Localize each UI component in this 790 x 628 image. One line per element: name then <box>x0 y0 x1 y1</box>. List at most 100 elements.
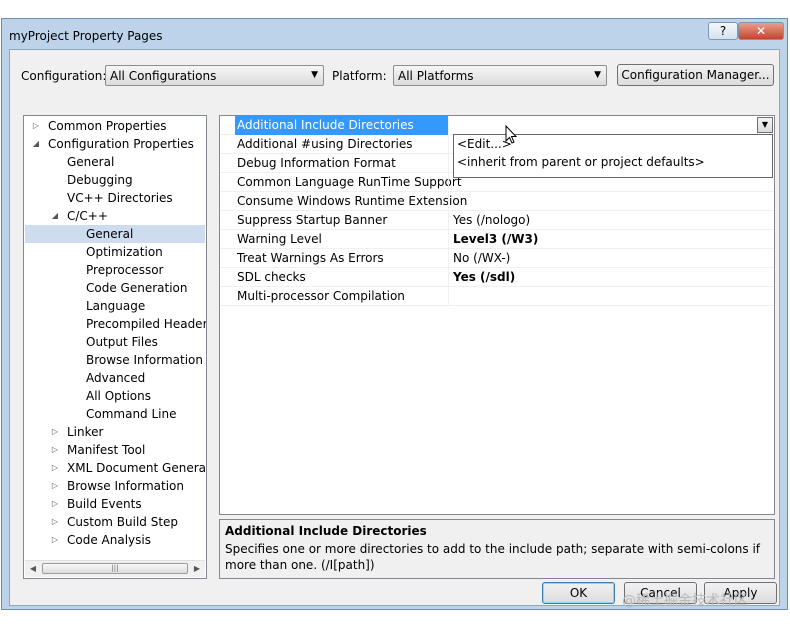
property-row[interactable]: Additional Include Directories ▼ <box>220 116 774 135</box>
expand-arrow-icon[interactable]: ▷ <box>50 495 60 513</box>
property-row[interactable]: Treat Warnings As Errors No (/WX-) <box>220 249 774 268</box>
property-value[interactable]: Yes (/sdl) <box>453 270 515 284</box>
configuration-manager-button[interactable]: Configuration Manager... <box>617 64 774 86</box>
column-divider <box>448 173 449 192</box>
platform-value: All Platforms <box>398 69 474 83</box>
property-name: Debug Information Format <box>237 156 396 170</box>
expand-arrow-icon[interactable]: ▷ <box>50 423 60 441</box>
tree-item-label: Build Events <box>67 497 142 511</box>
tree-item[interactable]: Code Generation <box>24 279 206 297</box>
tree-item[interactable]: VC++ Directories <box>24 189 206 207</box>
tree-item[interactable]: Optimization <box>24 243 206 261</box>
column-divider <box>448 211 449 230</box>
chevron-down-icon: ▼ <box>594 70 601 80</box>
description-panel: Additional Include Directories Specifies… <box>219 519 775 579</box>
tree-item[interactable]: Preprocessor <box>24 261 206 279</box>
tree-item-label: General <box>67 155 115 169</box>
dropdown-option-edit[interactable]: <Edit...> <box>457 137 512 151</box>
description-text: Specifies one or more directories to add… <box>225 542 761 572</box>
property-value[interactable]: Yes (/nologo) <box>453 213 530 227</box>
tree-item-label: General <box>86 227 134 241</box>
tree-item[interactable]: ▷ XML Document Generator <box>24 459 206 477</box>
property-tree[interactable]: ▷ Common Properties ◢ Configuration Propert… <box>23 115 207 579</box>
property-row[interactable]: Consume Windows Runtime Extension <box>220 192 774 211</box>
tree-horizontal-scrollbar[interactable]: ◀ ||| ▶ <box>25 560 205 577</box>
tree-item[interactable]: Language <box>24 297 206 315</box>
tree-item-label: Common Properties <box>48 119 167 133</box>
column-divider <box>448 192 449 211</box>
close-button[interactable]: ✕ <box>738 22 784 40</box>
collapse-arrow-icon[interactable]: ◢ <box>31 135 41 153</box>
tree-item-label: Linker <box>67 425 104 439</box>
tree-item-label: Custom Build Step <box>67 515 179 529</box>
tree-item[interactable]: ▷ Code Analysis <box>24 531 206 549</box>
tree-item-label: Language <box>86 299 146 313</box>
tree-item-label: C/C++ <box>67 209 108 223</box>
tree-item[interactable]: All Options <box>24 387 206 405</box>
tree-item[interactable]: Browse Information <box>24 351 206 369</box>
tree-item[interactable]: ▷ Build Events <box>24 495 206 513</box>
expand-arrow-icon[interactable]: ▷ <box>50 513 60 531</box>
configuration-label: Configuration: <box>21 69 107 83</box>
expand-arrow-icon[interactable]: ▷ <box>31 117 41 135</box>
watermark: @稀土掘金技术社区 <box>622 593 748 609</box>
value-dropdown-button[interactable]: ▼ <box>757 117 773 133</box>
tree-item-label: All Options <box>86 389 151 403</box>
tree-item-label: XML Document Generator <box>67 461 207 475</box>
expand-arrow-icon[interactable]: ▷ <box>50 531 60 549</box>
expand-arrow-icon[interactable]: ▷ <box>50 441 60 459</box>
collapse-arrow-icon[interactable]: ◢ <box>50 207 60 225</box>
property-row[interactable]: Multi-processor Compilation <box>220 287 774 306</box>
property-value[interactable]: No (/WX-) <box>453 251 510 265</box>
property-row[interactable]: Warning Level Level3 (/W3) <box>220 230 774 249</box>
ok-button[interactable]: OK <box>542 582 615 604</box>
column-divider <box>448 249 449 268</box>
configuration-value: All Configurations <box>110 69 217 83</box>
include-dirs-dropdown[interactable]: <Edit...> <inherit from parent or projec… <box>453 134 773 178</box>
scroll-left-icon[interactable]: ◀ <box>26 563 40 575</box>
column-divider <box>448 230 449 249</box>
column-divider <box>448 135 449 154</box>
tree-item-label: Code Generation <box>86 281 188 295</box>
tree-item[interactable]: ▷ Manifest Tool <box>24 441 206 459</box>
column-divider <box>448 116 449 135</box>
tree-item[interactable]: ▷ Common Properties <box>24 117 206 135</box>
window-title: myProject Property Pages <box>9 29 163 43</box>
tree-item[interactable]: ▷ Browse Information <box>24 477 206 495</box>
tree-item[interactable]: General <box>24 153 206 171</box>
tree-item[interactable]: ◢ C/C++ <box>24 207 206 225</box>
tree-item[interactable]: ▷ Linker <box>24 423 206 441</box>
configuration-select[interactable]: All Configurations ▼ <box>105 65 324 86</box>
dropdown-option-inherit[interactable]: <inherit from parent or project defaults… <box>457 155 705 169</box>
platform-label: Platform: <box>332 69 387 83</box>
tree-item[interactable]: Precompiled Headers <box>24 315 206 333</box>
tree-item[interactable]: Output Files <box>24 333 206 351</box>
tree-item[interactable]: Command Line <box>24 405 206 423</box>
property-name: Warning Level <box>237 232 322 246</box>
tree-item-label: Precompiled Headers <box>86 317 207 331</box>
property-pages-dialog: myProject Property Pages ? ✕ Configurati… <box>1 18 788 610</box>
expand-arrow-icon[interactable]: ▷ <box>50 477 60 495</box>
tree-item[interactable]: ▷ Custom Build Step <box>24 513 206 531</box>
help-button[interactable]: ? <box>708 22 738 40</box>
tree-item-label: Advanced <box>86 371 146 385</box>
description-title: Additional Include Directories <box>225 524 427 538</box>
tree-item[interactable]: Advanced <box>24 369 206 387</box>
tree-item[interactable]: ◢ Configuration Properties <box>24 135 206 153</box>
property-row[interactable]: Suppress Startup Banner Yes (/nologo) <box>220 211 774 230</box>
tree-item-label: Optimization <box>86 245 163 259</box>
property-row[interactable]: SDL checks Yes (/sdl) <box>220 268 774 287</box>
property-name: Multi-processor Compilation <box>237 289 405 303</box>
property-value[interactable]: Level3 (/W3) <box>453 232 538 246</box>
tree-item[interactable]: General <box>25 225 205 243</box>
tree-item[interactable]: Debugging <box>24 171 206 189</box>
platform-select[interactable]: All Platforms ▼ <box>393 65 607 86</box>
expand-arrow-icon[interactable]: ▷ <box>50 459 60 477</box>
property-name: Treat Warnings As Errors <box>237 251 384 265</box>
mouse-pointer-icon <box>505 125 518 144</box>
chevron-down-icon: ▼ <box>311 70 318 80</box>
column-divider <box>448 268 449 287</box>
tree-item-label: Code Analysis <box>67 533 151 547</box>
scrollbar-thumb[interactable]: ||| <box>42 563 188 574</box>
scroll-right-icon[interactable]: ▶ <box>190 563 204 575</box>
